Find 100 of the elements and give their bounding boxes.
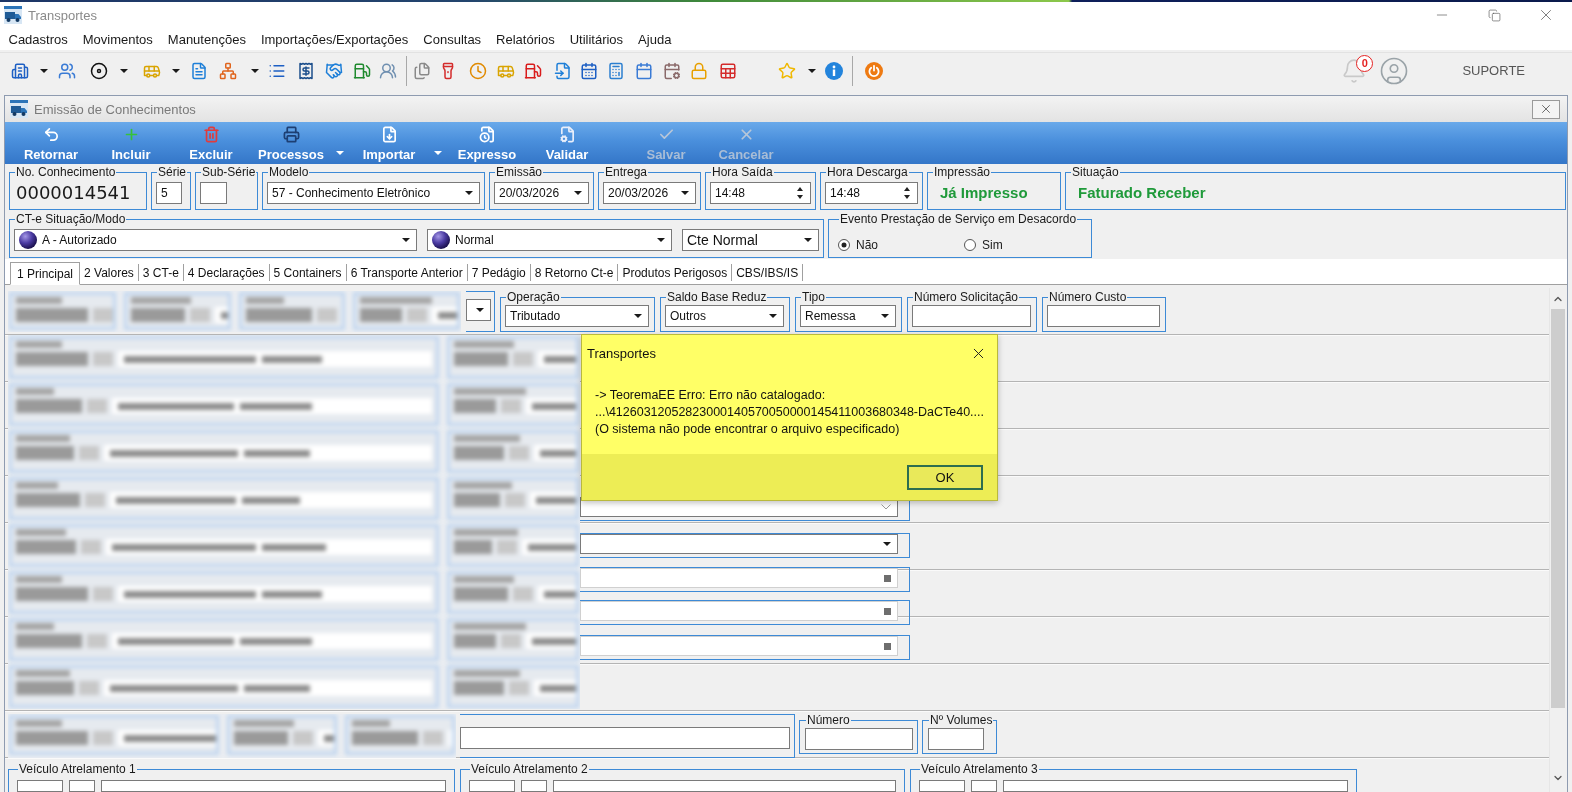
star-icon[interactable] — [778, 61, 796, 80]
dropdown-field[interactable] — [580, 534, 898, 554]
info-icon[interactable] — [825, 61, 843, 80]
caret-icon[interactable] — [681, 190, 689, 195]
tab[interactable]: 1 Principal — [10, 262, 81, 285]
time-field[interactable]: 14:48 — [825, 181, 918, 204]
caret-icon[interactable] — [40, 68, 48, 73]
scrollbar[interactable] — [1549, 288, 1566, 792]
truck-logo-icon — [4, 6, 22, 24]
fuel-pump-icon[interactable] — [353, 61, 371, 80]
user-name[interactable]: SUPORTE — [1462, 63, 1525, 78]
square-icon[interactable] — [884, 607, 891, 615]
menu-item[interactable]: Importações/Exportações — [253, 29, 416, 49]
disc-icon[interactable] — [90, 61, 108, 80]
caret-icon[interactable] — [120, 68, 128, 73]
dropdown-field[interactable]: Tributado — [505, 305, 649, 327]
hierarchy-icon[interactable] — [219, 61, 237, 80]
power-icon[interactable] — [865, 61, 883, 80]
documents-icon[interactable] — [413, 61, 431, 80]
input-field[interactable] — [912, 305, 1031, 327]
menu-item[interactable]: Utilitários — [562, 29, 631, 49]
toolbar-button[interactable]: Processos — [251, 122, 331, 164]
input-field[interactable] — [469, 780, 515, 792]
restore-icon[interactable] — [1487, 8, 1501, 22]
document-icon[interactable] — [190, 61, 208, 80]
dropdown-field[interactable]: Cte Normal — [682, 229, 819, 251]
caret-icon[interactable] — [881, 314, 889, 318]
close-button[interactable] — [1532, 99, 1560, 119]
dropdown-field[interactable] — [466, 299, 491, 321]
caret-icon[interactable] — [172, 68, 180, 73]
input-field[interactable] — [928, 727, 984, 750]
input-field[interactable] — [971, 780, 997, 792]
caret-icon[interactable] — [804, 238, 812, 242]
dropdown-field[interactable]: 20/03/2026 — [494, 181, 589, 204]
caret-icon[interactable] — [657, 238, 665, 242]
caret-icon[interactable] — [574, 190, 582, 195]
handshake-icon[interactable] — [325, 61, 343, 80]
receipt-icon[interactable] — [297, 61, 315, 80]
input-field[interactable] — [805, 727, 913, 750]
menu-item[interactable]: Relatórios — [488, 29, 563, 49]
toolbar-button[interactable]: Excluir — [171, 122, 251, 164]
input-field[interactable] — [460, 726, 790, 749]
calendar-gear-icon[interactable] — [663, 61, 681, 80]
input-field[interactable] — [521, 780, 547, 792]
calendar-icon[interactable] — [635, 61, 653, 80]
input-field[interactable] — [101, 780, 446, 792]
dropdown-field[interactable]: A - Autorizado — [14, 229, 417, 251]
toolbar-button[interactable]: Importar — [349, 122, 429, 164]
ok-button[interactable]: OK — [907, 464, 983, 490]
input-field[interactable] — [1003, 780, 1348, 792]
calculator-icon[interactable] — [607, 61, 625, 80]
input-field[interactable] — [1047, 305, 1160, 327]
dropdown-field[interactable]: Remessa — [800, 305, 896, 327]
caret-icon[interactable] — [476, 308, 484, 312]
printer-icon — [282, 126, 300, 143]
dropdown-field[interactable]: 57 - Conhecimento Eletrônico — [267, 181, 480, 204]
menu-item[interactable]: Manutenções — [160, 29, 254, 49]
caret-icon[interactable] — [251, 68, 259, 73]
square-icon[interactable] — [884, 642, 891, 650]
menu-item[interactable]: Consultas — [415, 29, 489, 49]
toolbar-button[interactable]: Incluir — [91, 122, 171, 164]
input-field[interactable] — [553, 780, 896, 792]
dropdown-field[interactable]: Outros — [665, 305, 784, 327]
truck-logo-icon — [10, 100, 28, 118]
toolbar-button[interactable]: Validar — [527, 122, 607, 164]
menu-item[interactable]: Movimentos — [75, 29, 161, 49]
toolbar-button[interactable]: Retornar — [11, 122, 91, 164]
caret-icon[interactable] — [634, 314, 642, 318]
file-arrow-icon[interactable] — [554, 61, 572, 80]
caret-icon[interactable] — [883, 542, 891, 546]
input-field[interactable]: 5 — [156, 181, 182, 204]
people-group-icon[interactable] — [379, 61, 397, 80]
input-field[interactable] — [17, 780, 63, 792]
menu-item[interactable]: Cadastros — [1, 29, 76, 49]
dropdown-field[interactable]: Normal — [427, 229, 672, 251]
square-icon[interactable] — [884, 574, 891, 582]
buildings-icon[interactable] — [11, 61, 29, 80]
caret-icon[interactable] — [465, 190, 473, 195]
input-field[interactable] — [69, 780, 95, 792]
radio-button[interactable] — [964, 238, 976, 251]
caret-icon[interactable] — [808, 68, 816, 73]
clock-icon[interactable] — [469, 61, 487, 80]
caret-icon[interactable] — [769, 314, 777, 318]
spin-arrows-icon[interactable] — [903, 185, 911, 200]
menu-item[interactable]: Ajuda — [630, 29, 679, 49]
field-label: Veículo Atrelamento 3 — [920, 763, 1039, 776]
input-field[interactable] — [200, 181, 227, 204]
time-field[interactable]: 14:48 — [710, 181, 811, 204]
fuel-pump-icon[interactable] — [524, 61, 542, 80]
table-icon[interactable] — [719, 61, 737, 80]
toolbar-button[interactable]: Expresso — [447, 122, 527, 164]
spin-arrows-icon[interactable] — [796, 185, 804, 200]
user-avatar-icon[interactable] — [1379, 55, 1410, 86]
dropdown-field[interactable]: 20/03/2026 — [603, 181, 696, 204]
radio-button[interactable] — [838, 238, 850, 251]
calendar-icon[interactable] — [580, 61, 598, 80]
input-field[interactable] — [919, 780, 965, 792]
people-icon[interactable] — [58, 61, 76, 80]
caret-icon[interactable] — [402, 238, 410, 242]
scrollbar-thumb[interactable] — [1551, 309, 1565, 708]
